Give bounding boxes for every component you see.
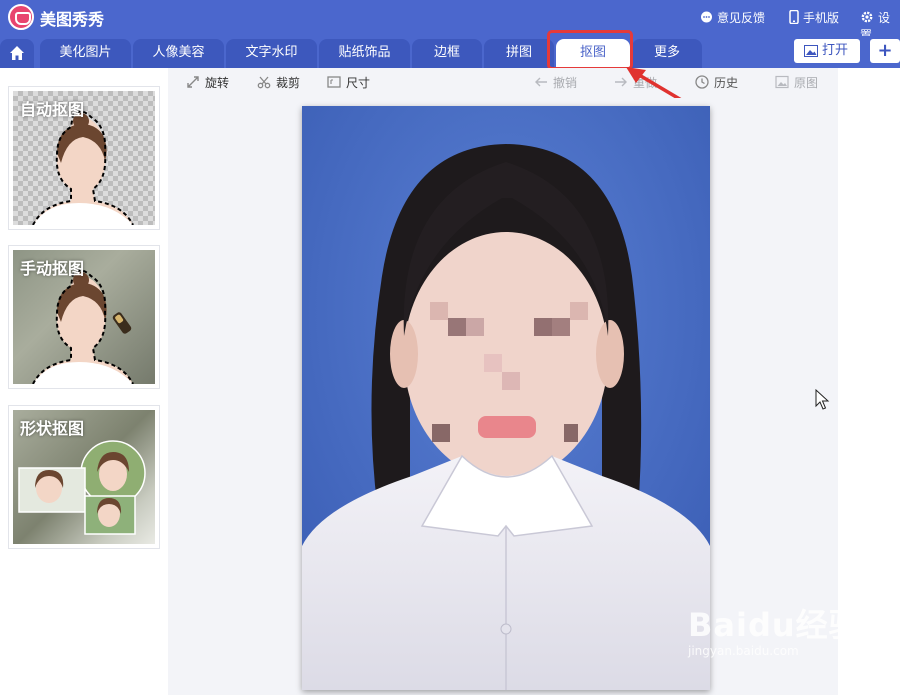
edit-toolbar: 旋转 裁剪 尺寸 撤销 重做 历史 原图 bbox=[168, 68, 838, 98]
tab-text-watermark[interactable]: 文字水印 bbox=[226, 39, 317, 68]
manual-cutout-card[interactable]: 手动抠图 bbox=[8, 245, 160, 389]
undo-label: 撤销 bbox=[553, 76, 578, 90]
portrait-photo-icon bbox=[302, 106, 710, 690]
crop-button[interactable]: 裁剪 bbox=[257, 74, 300, 91]
auto-cutout-label: 自动抠图 bbox=[20, 100, 85, 119]
open-label: 打开 bbox=[822, 43, 849, 58]
mobile-version-label: 手机版 bbox=[803, 11, 840, 25]
baidu-watermark: Baidu经验 jingyan.baidu.com bbox=[688, 600, 862, 658]
image-icon bbox=[775, 75, 789, 89]
size-label: 尺寸 bbox=[346, 76, 371, 90]
tab-home[interactable] bbox=[0, 39, 34, 68]
mouse-cursor-icon bbox=[815, 389, 830, 410]
original-label: 原图 bbox=[794, 76, 819, 90]
open-button[interactable]: 打开 bbox=[794, 39, 860, 63]
rotate-button[interactable]: 旋转 bbox=[186, 74, 229, 91]
shape-cutout-thumbnail: 形状抠图 bbox=[13, 410, 155, 544]
tab-portrait[interactable]: 人像美容 bbox=[133, 39, 224, 68]
manual-cutout-label: 手动抠图 bbox=[20, 259, 85, 278]
arrow-left-icon bbox=[535, 77, 547, 87]
history-label: 历史 bbox=[714, 76, 739, 90]
manual-cutout-thumbnail: 手动抠图 bbox=[13, 250, 155, 384]
tab-stickers[interactable]: 贴纸饰品 bbox=[319, 39, 410, 68]
watermark-sub-text: jingyan.baidu.com bbox=[688, 644, 799, 658]
feedback-link[interactable]: 意见反馈 bbox=[700, 9, 765, 26]
cutout-mode-panel: 自动抠图 手动抠图 形状抠图 bbox=[0, 68, 168, 695]
meitu-logo-icon bbox=[8, 4, 34, 30]
app-name: 美图秀秀 bbox=[40, 10, 105, 29]
shape-cutout-label: 形状抠图 bbox=[20, 419, 85, 438]
tab-collage[interactable]: 拼图 bbox=[484, 39, 554, 68]
tab-cutout[interactable]: 抠图 bbox=[556, 39, 630, 68]
rotate-icon bbox=[187, 76, 199, 88]
resize-icon bbox=[327, 76, 341, 88]
feedback-label: 意见反馈 bbox=[717, 11, 766, 25]
tab-frames[interactable]: 边框 bbox=[412, 39, 482, 68]
undo-button[interactable]: 撤销 bbox=[534, 74, 577, 91]
phone-icon bbox=[789, 10, 799, 24]
gear-icon bbox=[861, 11, 873, 23]
title-bar: 美图秀秀 意见反馈 手机版 设置 bbox=[0, 0, 900, 42]
add-button[interactable]: + bbox=[870, 39, 900, 63]
tab-bar: 美化图片 人像美容 文字水印 贴纸饰品 边框 拼图 抠图 更多 bbox=[0, 36, 900, 68]
scissors-icon bbox=[257, 76, 271, 89]
original-button[interactable]: 原图 bbox=[775, 74, 818, 91]
crop-label: 裁剪 bbox=[276, 76, 301, 90]
image-icon bbox=[804, 45, 818, 57]
chat-bubble-icon bbox=[701, 11, 712, 23]
auto-cutout-card[interactable]: 自动抠图 bbox=[8, 86, 160, 230]
watermark-main-text: Baidu经验 bbox=[688, 606, 862, 644]
auto-cutout-thumbnail: 自动抠图 bbox=[13, 91, 155, 225]
mobile-version-link[interactable]: 手机版 bbox=[789, 9, 839, 26]
home-icon bbox=[10, 46, 24, 60]
rotate-label: 旋转 bbox=[205, 76, 230, 90]
tab-beautify[interactable]: 美化图片 bbox=[40, 39, 131, 68]
edited-photo[interactable] bbox=[302, 106, 710, 690]
size-button[interactable]: 尺寸 bbox=[327, 74, 370, 91]
shape-cutout-card[interactable]: 形状抠图 bbox=[8, 405, 160, 549]
